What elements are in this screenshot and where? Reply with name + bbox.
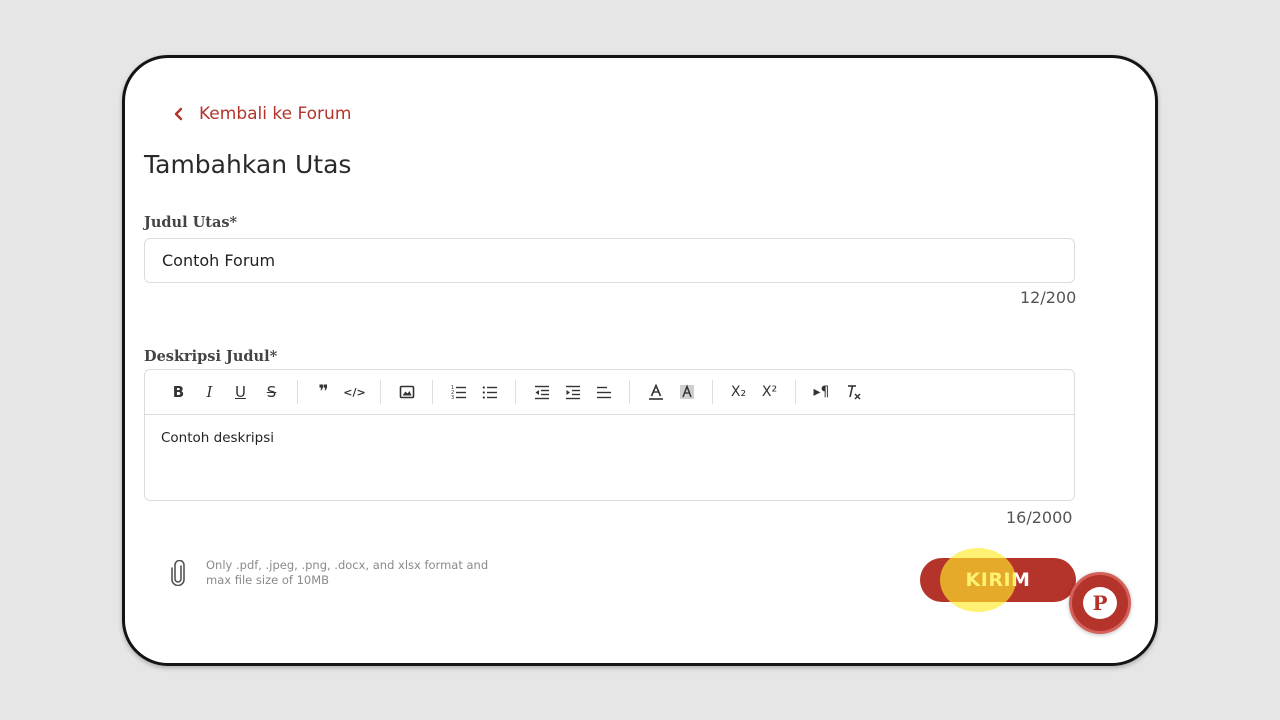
svg-text:3: 3 <box>451 395 454 400</box>
text-color-icon <box>648 384 663 400</box>
text-color-button[interactable] <box>640 378 671 406</box>
outdent-button[interactable] <box>526 378 557 406</box>
bullet-list-icon <box>482 386 497 399</box>
strikethrough-button[interactable]: S <box>256 378 287 406</box>
indent-icon <box>565 385 580 400</box>
page-title: Tambahkan Utas <box>144 150 352 179</box>
bold-button[interactable]: B <box>163 378 194 406</box>
indent-button[interactable] <box>557 378 588 406</box>
device-frame: Kembali ke Forum Tambahkan Utas Judul Ut… <box>122 55 1158 666</box>
background-color-button[interactable] <box>671 378 702 406</box>
toolbar-divider <box>795 380 796 404</box>
description-editor: B I U S ❞ </> 1 2 3 X₂ X² ▸¶ Contoh desk… <box>144 369 1075 501</box>
blockquote-button[interactable]: ❞ <box>308 378 339 406</box>
back-to-forum-link[interactable]: Kembali ke Forum <box>173 104 351 124</box>
chat-bubble-icon: P <box>1083 587 1117 619</box>
submit-button[interactable]: KIRIM <box>920 558 1076 602</box>
code-block-button[interactable]: </> <box>339 378 370 406</box>
bullet-list-button[interactable] <box>474 378 505 406</box>
description-field-label: Deskripsi Judul* <box>144 348 278 365</box>
highlight-color-icon <box>679 384 694 399</box>
editor-toolbar: B I U S ❞ </> 1 2 3 X₂ X² ▸¶ <box>145 370 1074 415</box>
toolbar-divider <box>297 380 298 404</box>
description-editor-content[interactable]: Contoh deskripsi <box>145 415 1074 501</box>
title-char-counter: 12/200 <box>1020 288 1077 307</box>
toolbar-divider <box>432 380 433 404</box>
ordered-list-icon: 1 2 3 <box>451 385 466 400</box>
underline-button[interactable]: U <box>225 378 256 406</box>
italic-button[interactable]: I <box>194 378 225 406</box>
align-button[interactable] <box>588 378 619 406</box>
description-char-counter: 16/2000 <box>1006 508 1073 527</box>
chevron-left-icon <box>174 107 183 121</box>
text-direction-button[interactable]: ▸¶ <box>806 378 837 406</box>
back-link-label: Kembali ke Forum <box>199 104 352 124</box>
chat-logo-letter: P <box>1092 591 1108 615</box>
paperclip-icon[interactable] <box>169 560 187 586</box>
title-input[interactable] <box>144 238 1075 283</box>
insert-image-button[interactable] <box>391 378 422 406</box>
subscript-button[interactable]: X₂ <box>723 378 754 406</box>
clear-format-icon <box>847 385 860 400</box>
toolbar-divider <box>515 380 516 404</box>
superscript-button[interactable]: X² <box>754 378 785 406</box>
ordered-list-button[interactable]: 1 2 3 <box>443 378 474 406</box>
clear-formatting-button[interactable] <box>837 378 868 406</box>
chat-fab-button[interactable]: P <box>1069 572 1131 634</box>
toolbar-divider <box>712 380 713 404</box>
align-left-icon <box>596 386 611 399</box>
title-field-label: Judul Utas* <box>144 214 238 231</box>
outdent-icon <box>534 385 549 400</box>
attachment-area: Only .pdf, .jpeg, .png, .docx, and xlsx … <box>169 558 506 588</box>
toolbar-divider <box>380 380 381 404</box>
image-icon <box>399 385 414 399</box>
toolbar-divider <box>629 380 630 404</box>
attachment-hint: Only .pdf, .jpeg, .png, .docx, and xlsx … <box>206 558 489 587</box>
